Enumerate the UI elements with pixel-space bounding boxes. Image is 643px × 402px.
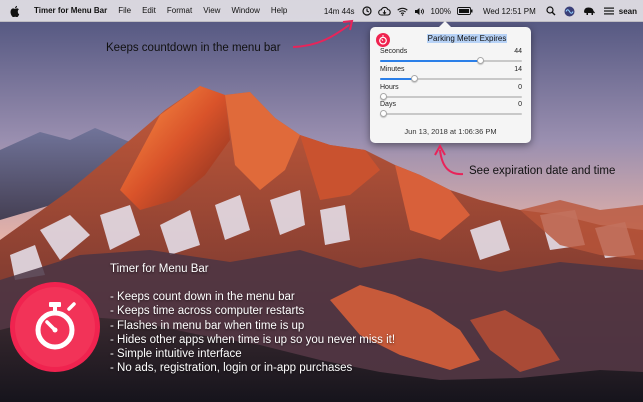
days-label: Days xyxy=(380,101,396,108)
menu-help[interactable]: Help xyxy=(271,6,287,15)
seconds-value: 44 xyxy=(514,48,522,55)
days-value: 0 xyxy=(518,101,522,108)
timer-app-icon[interactable] xyxy=(376,33,390,47)
timer-name[interactable]: Parking Meter Expires xyxy=(409,34,525,43)
feature-item: - Simple intuitive interface xyxy=(110,348,242,361)
search-icon[interactable] xyxy=(546,6,556,16)
minutes-value: 14 xyxy=(514,66,522,73)
timer-app-large-icon xyxy=(10,282,100,372)
app-menu-name[interactable]: Timer for Menu Bar xyxy=(34,6,107,15)
minutes-slider[interactable] xyxy=(380,75,522,82)
timer-popover: Parking Meter Expires Seconds 44 Minutes… xyxy=(370,21,531,143)
timer-icon[interactable] xyxy=(361,6,372,16)
hours-slider-knob[interactable] xyxy=(380,93,387,100)
feature-item: - No ads, registration, login or in-app … xyxy=(110,362,353,375)
battery-percent[interactable]: 100% xyxy=(431,7,451,16)
hours-value: 0 xyxy=(518,84,522,91)
timer-countdown[interactable]: 14m 44s xyxy=(324,7,355,16)
hours-label: Hours xyxy=(380,84,399,91)
minutes-slider-row: Minutes 14 xyxy=(380,66,522,82)
user-name[interactable]: sean xyxy=(619,7,637,16)
feature-item: - Flashes in menu bar when time is up xyxy=(110,319,305,332)
volume-icon[interactable] xyxy=(414,7,425,16)
minutes-slider-knob[interactable] xyxy=(411,75,419,82)
menu-icon[interactable] xyxy=(603,7,614,15)
hours-slider-row: Hours 0 xyxy=(380,84,522,100)
wifi-icon[interactable] xyxy=(396,7,408,16)
cloud-icon[interactable] xyxy=(377,6,391,16)
elephant-icon[interactable] xyxy=(583,6,596,16)
menu-bar-extras: 14m 44s 100% Wed 12:51 PM sean xyxy=(318,0,637,22)
expiration-callout: See expiration date and time xyxy=(469,165,616,177)
expiration-date: Jun 13, 2018 at 1:06:36 PM xyxy=(404,127,497,136)
menu-bar: Timer for Menu Bar File Edit Format View… xyxy=(0,0,643,22)
popover-arrow xyxy=(438,21,452,28)
seconds-slider[interactable] xyxy=(380,57,522,64)
features-list: Timer for Menu Bar - Keeps count down in… xyxy=(110,262,395,375)
siri-icon[interactable] xyxy=(564,6,575,17)
seconds-label: Seconds xyxy=(380,48,408,55)
days-slider[interactable] xyxy=(380,110,522,117)
hours-slider[interactable] xyxy=(380,93,522,100)
apple-icon[interactable] xyxy=(10,5,20,17)
menu-bar-clock[interactable]: Wed 12:51 PM xyxy=(483,7,536,16)
menu-edit[interactable]: Edit xyxy=(142,6,156,15)
feature-item: - Keeps count down in the menu bar xyxy=(110,291,295,304)
menu-view[interactable]: View xyxy=(203,6,220,15)
menu-bar-callout: Keeps countdown in the menu bar xyxy=(106,42,281,54)
seconds-slider-knob[interactable] xyxy=(477,57,485,64)
minutes-slider-fill xyxy=(380,78,413,80)
timer-name-text: Parking Meter Expires xyxy=(426,34,508,43)
menu-file[interactable]: File xyxy=(118,6,131,15)
minutes-label: Minutes xyxy=(380,66,405,73)
seconds-slider-fill xyxy=(380,60,483,62)
days-slider-knob[interactable] xyxy=(380,110,387,117)
menu-window[interactable]: Window xyxy=(231,6,259,15)
feature-item: - Keeps time across computer restarts xyxy=(110,305,305,318)
feature-item: - Hides other apps when time is up so yo… xyxy=(110,333,396,346)
battery-icon[interactable] xyxy=(457,7,473,15)
features-heading: Timer for Menu Bar xyxy=(110,263,209,275)
days-slider-row: Days 0 xyxy=(380,101,522,117)
seconds-slider-row: Seconds 44 xyxy=(380,48,522,64)
menu-format[interactable]: Format xyxy=(167,6,192,15)
